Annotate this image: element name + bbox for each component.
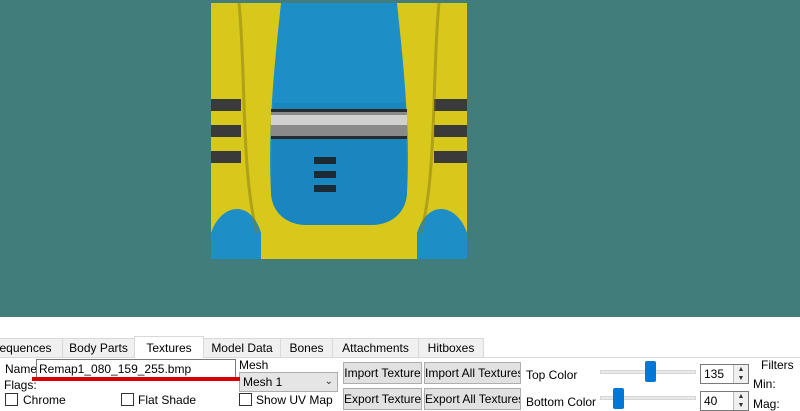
chrome-checkbox[interactable] <box>5 393 18 406</box>
bottom-color-slider-thumb[interactable] <box>613 388 625 409</box>
chevron-down-icon: ⌄ <box>324 376 333 387</box>
import-texture-button[interactable]: Import Texture <box>343 362 422 384</box>
top-color-label: Top Color <box>526 368 578 382</box>
tab-textures[interactable]: Textures <box>134 336 204 358</box>
tab-bar: Sequences Body Parts Textures Model Data… <box>0 336 800 358</box>
flat-shade-checkbox[interactable] <box>121 393 134 406</box>
model-viewport[interactable] <box>0 0 800 317</box>
spin-down-icon[interactable]: ▼ <box>734 374 748 383</box>
export-all-textures-button[interactable]: Export All Textures <box>424 388 521 410</box>
show-uv-map-checkbox[interactable] <box>239 393 252 406</box>
mag-label: Mag: <box>753 397 780 411</box>
top-color-spinbox[interactable]: 135 ▲ ▼ <box>700 364 749 384</box>
spin-down-icon[interactable]: ▼ <box>734 401 748 410</box>
tab-body-parts[interactable]: Body Parts <box>62 338 135 357</box>
editor-panel: Sequences Body Parts Textures Model Data… <box>0 317 800 411</box>
bottom-color-label: Bottom Color <box>526 395 597 409</box>
import-all-textures-button[interactable]: Import All Textures <box>424 362 521 384</box>
min-label: Min: <box>753 377 776 391</box>
texture-preview <box>211 3 467 259</box>
flat-shade-label: Flat Shade <box>138 393 197 407</box>
spin-up-icon[interactable]: ▲ <box>734 392 748 401</box>
tab-attachments[interactable]: Attachments <box>332 338 419 357</box>
spin-up-icon[interactable]: ▲ <box>734 365 748 374</box>
tab-model-data[interactable]: Model Data <box>203 338 281 357</box>
tab-sequences[interactable]: Sequences <box>0 338 63 357</box>
filters-label: Filters <box>761 358 794 372</box>
tab-hitboxes[interactable]: Hitboxes <box>418 338 484 357</box>
show-uv-map-label: Show UV Map <box>256 393 333 407</box>
texture-name-field[interactable]: Remap1_080_159_255.bmp <box>36 359 236 379</box>
mesh-select[interactable]: Mesh 1 ⌄ <box>239 372 338 392</box>
mesh-label: Mesh <box>239 358 269 372</box>
chrome-label: Chrome <box>23 393 66 407</box>
bottom-color-spinbox[interactable]: 40 ▲ ▼ <box>700 391 749 411</box>
top-color-slider-thumb[interactable] <box>645 361 656 382</box>
export-texture-button[interactable]: Export Texture <box>343 388 422 410</box>
annotation-underline <box>32 377 240 381</box>
tab-bones[interactable]: Bones <box>280 338 333 357</box>
textures-tab-content: Name: Remap1_080_159_255.bmp Flags: Mesh… <box>0 358 800 411</box>
